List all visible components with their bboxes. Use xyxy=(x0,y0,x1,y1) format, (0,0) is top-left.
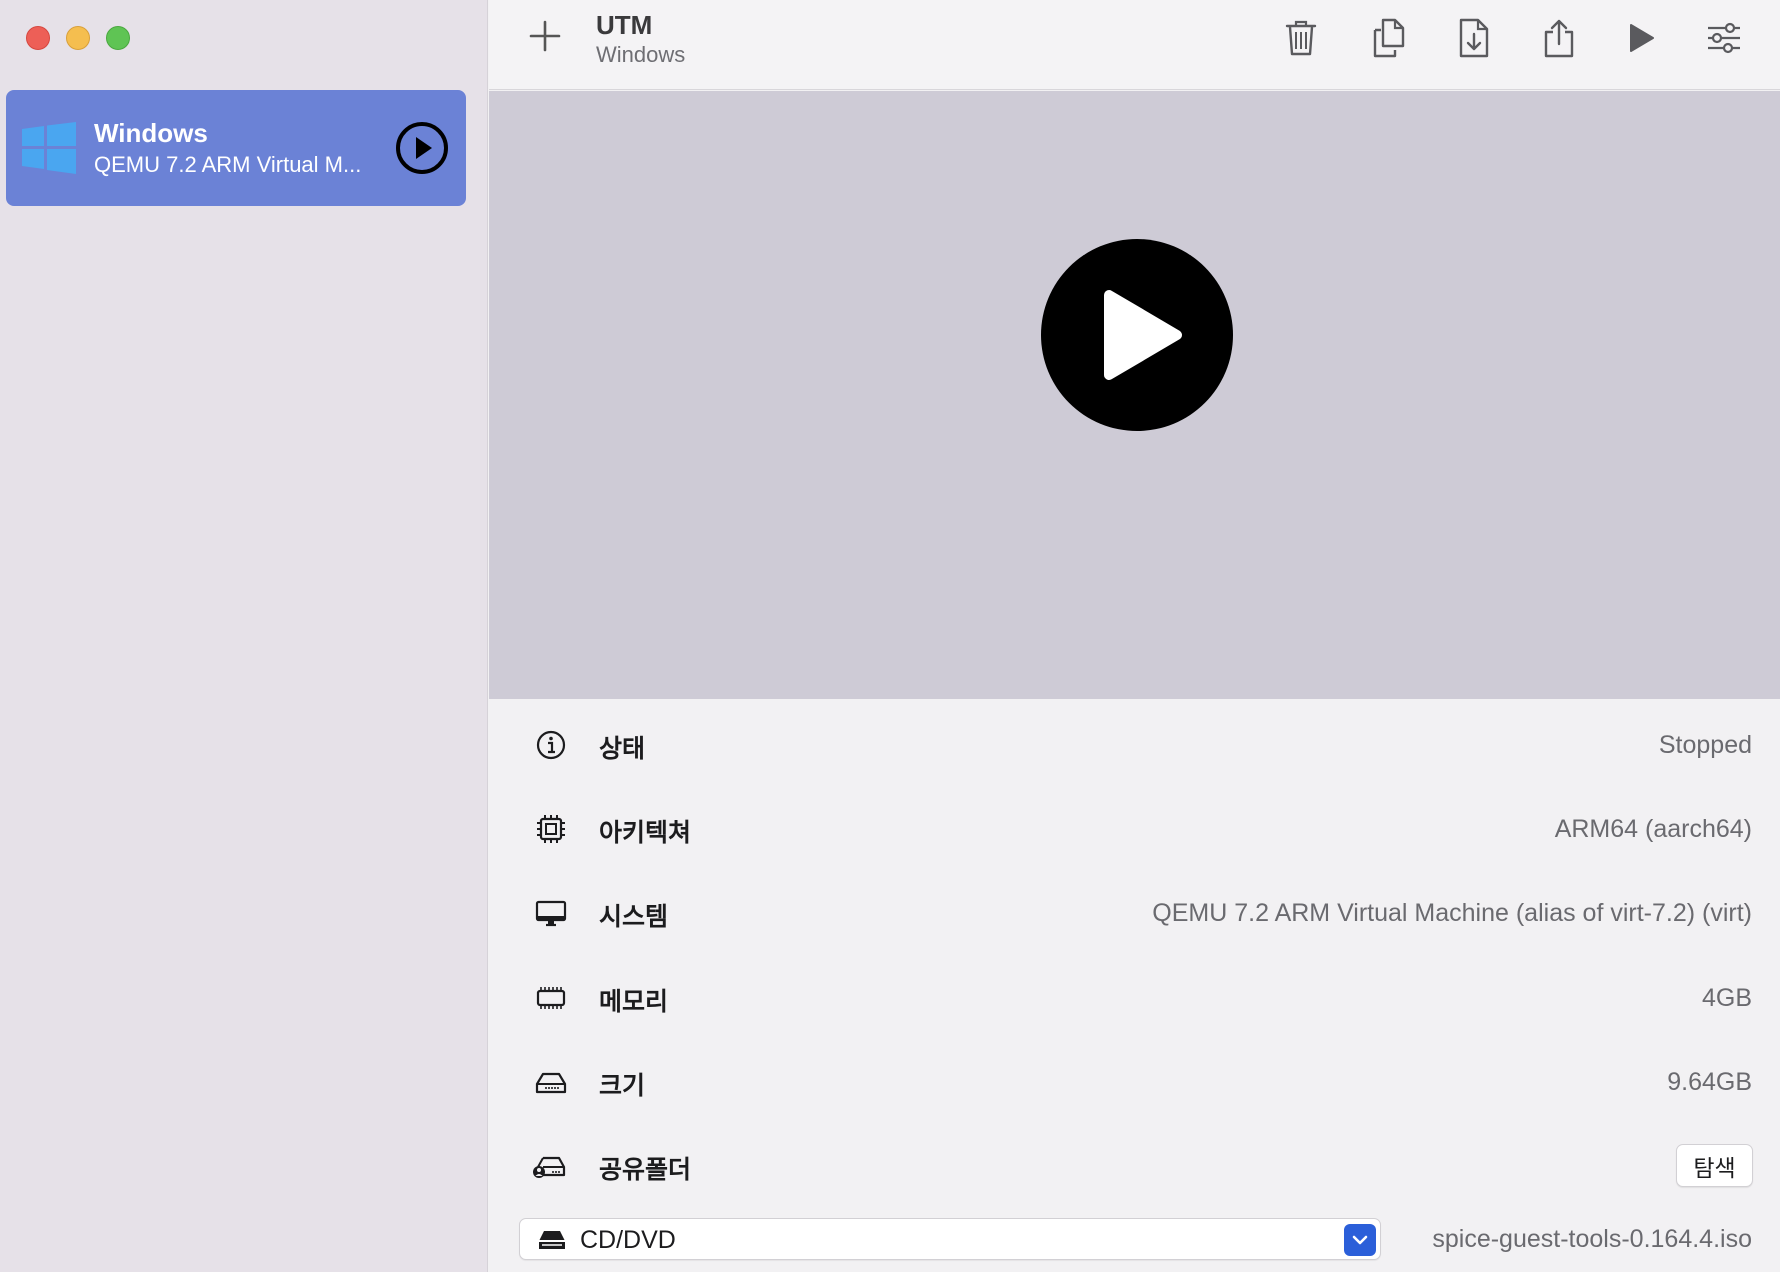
drive-icon xyxy=(535,1072,567,1094)
detail-row-memory: 메모리 4GB xyxy=(489,968,1780,1028)
memory-value: 4GB xyxy=(1701,984,1752,1012)
monitor-icon xyxy=(535,900,567,927)
memory-icon xyxy=(536,987,566,1009)
trash-icon xyxy=(1285,20,1317,56)
browse-button[interactable]: 탐색 xyxy=(1676,1144,1753,1187)
add-icon[interactable] xyxy=(527,18,563,54)
system-label: 시스템 xyxy=(599,902,669,931)
size-label: 크기 xyxy=(599,1071,646,1100)
detail-row-system: 시스템 QEMU 7.2 ARM Virtual Machine (alias … xyxy=(489,883,1780,943)
toolbar: UTM Windows xyxy=(489,0,1780,90)
import-button[interactable] xyxy=(1452,16,1496,60)
detail-row-shared-folder: 공유폴더 탐색 xyxy=(489,1136,1780,1196)
settings-button[interactable] xyxy=(1702,16,1746,60)
settings-sliders-icon xyxy=(1708,22,1740,54)
clone-button[interactable] xyxy=(1367,16,1411,60)
vm-list-item-windows[interactable]: Windows QEMU 7.2 ARM Virtual M... xyxy=(6,90,466,206)
shared-folder-label: 공유폴더 xyxy=(599,1155,692,1184)
import-icon xyxy=(1459,18,1489,58)
architecture-label: 아키텍쳐 xyxy=(599,818,692,847)
play-large-icon[interactable] xyxy=(1041,239,1233,431)
cd-dvd-select[interactable]: CD/DVD xyxy=(519,1218,1381,1260)
clone-icon xyxy=(1373,18,1405,58)
zoom-window-button[interactable] xyxy=(106,26,130,50)
system-value: QEMU 7.2 ARM Virtual Machine (alias of v… xyxy=(1152,899,1752,927)
memory-label: 메모리 xyxy=(599,987,669,1016)
close-window-button[interactable] xyxy=(26,26,50,50)
status-label: 상태 xyxy=(599,734,646,763)
detail-row-status: 상태 Stopped xyxy=(489,715,1780,775)
share-button[interactable] xyxy=(1537,16,1581,60)
vm-preview xyxy=(489,91,1780,699)
shared-drive-icon xyxy=(533,1156,566,1178)
windows-logo-icon xyxy=(22,122,76,174)
chevron-down-icon[interactable] xyxy=(1344,1224,1376,1256)
vm-description: QEMU 7.2 ARM Virtual M... xyxy=(94,152,362,177)
disc-drive-icon xyxy=(539,1231,565,1249)
delete-button[interactable] xyxy=(1279,16,1323,60)
minimize-window-button[interactable] xyxy=(66,26,90,50)
play-icon xyxy=(1630,24,1654,52)
detail-row-architecture: 아키텍쳐 ARM64 (aarch64) xyxy=(489,799,1780,859)
vm-subtitle: Windows xyxy=(596,42,686,67)
cd-dvd-file: spice-guest-tools-0.164.4.iso xyxy=(1432,1225,1752,1253)
app-title: UTM xyxy=(596,10,653,40)
architecture-value: ARM64 (aarch64) xyxy=(1554,815,1752,843)
detail-row-size: 크기 9.64GB xyxy=(489,1052,1780,1112)
share-icon xyxy=(1544,19,1574,58)
play-circle-icon[interactable] xyxy=(395,121,449,175)
vm-name: Windows xyxy=(94,118,208,148)
cd-dvd-label: CD/DVD xyxy=(580,1226,676,1254)
cpu-icon xyxy=(537,815,565,843)
info-icon xyxy=(536,730,566,760)
window-controls xyxy=(26,26,130,50)
main-panel: UTM Windows 상태 Stopped 아키텍쳐 ARM64 (aarch… xyxy=(489,0,1780,1272)
size-value: 9.64GB xyxy=(1667,1068,1752,1096)
sidebar: Windows QEMU 7.2 ARM Virtual M... xyxy=(0,0,488,1272)
run-button[interactable] xyxy=(1619,16,1663,60)
status-value: Stopped xyxy=(1658,731,1752,759)
